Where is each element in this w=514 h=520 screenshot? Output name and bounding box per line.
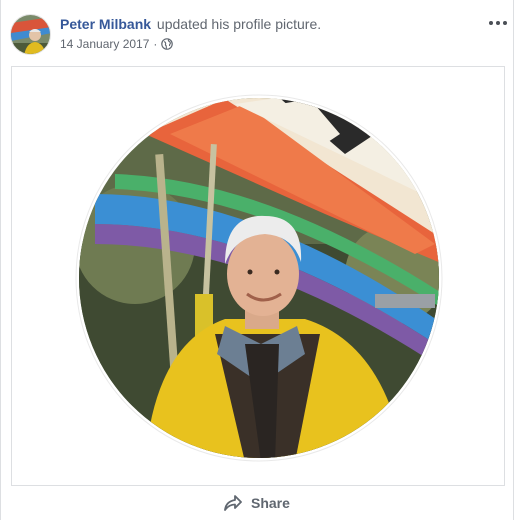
share-label: Share — [251, 495, 290, 511]
post-date-link[interactable]: 14 January 2017 — [60, 37, 149, 51]
globe-icon[interactable] — [161, 38, 174, 50]
post-header: Peter Milbank updated his profile pictur… — [60, 16, 321, 32]
more-options-icon — [489, 21, 493, 25]
share-arrow-icon — [224, 495, 242, 511]
post-meta: 14 January 2017 · — [60, 37, 174, 51]
share-button[interactable]: Share — [223, 494, 290, 512]
profile-photo-frame[interactable] — [11, 66, 505, 486]
more-options-icon — [496, 21, 500, 25]
meta-separator: · — [153, 37, 158, 51]
more-options-button[interactable] — [486, 14, 510, 32]
more-options-icon — [503, 21, 507, 25]
author-name-link[interactable]: Peter Milbank — [60, 16, 151, 32]
profile-picture-post: Peter Milbank updated his profile pictur… — [0, 0, 514, 520]
post-action-text: updated his profile picture. — [156, 16, 322, 32]
author-avatar[interactable] — [10, 14, 51, 55]
profile-photo[interactable] — [75, 94, 443, 462]
